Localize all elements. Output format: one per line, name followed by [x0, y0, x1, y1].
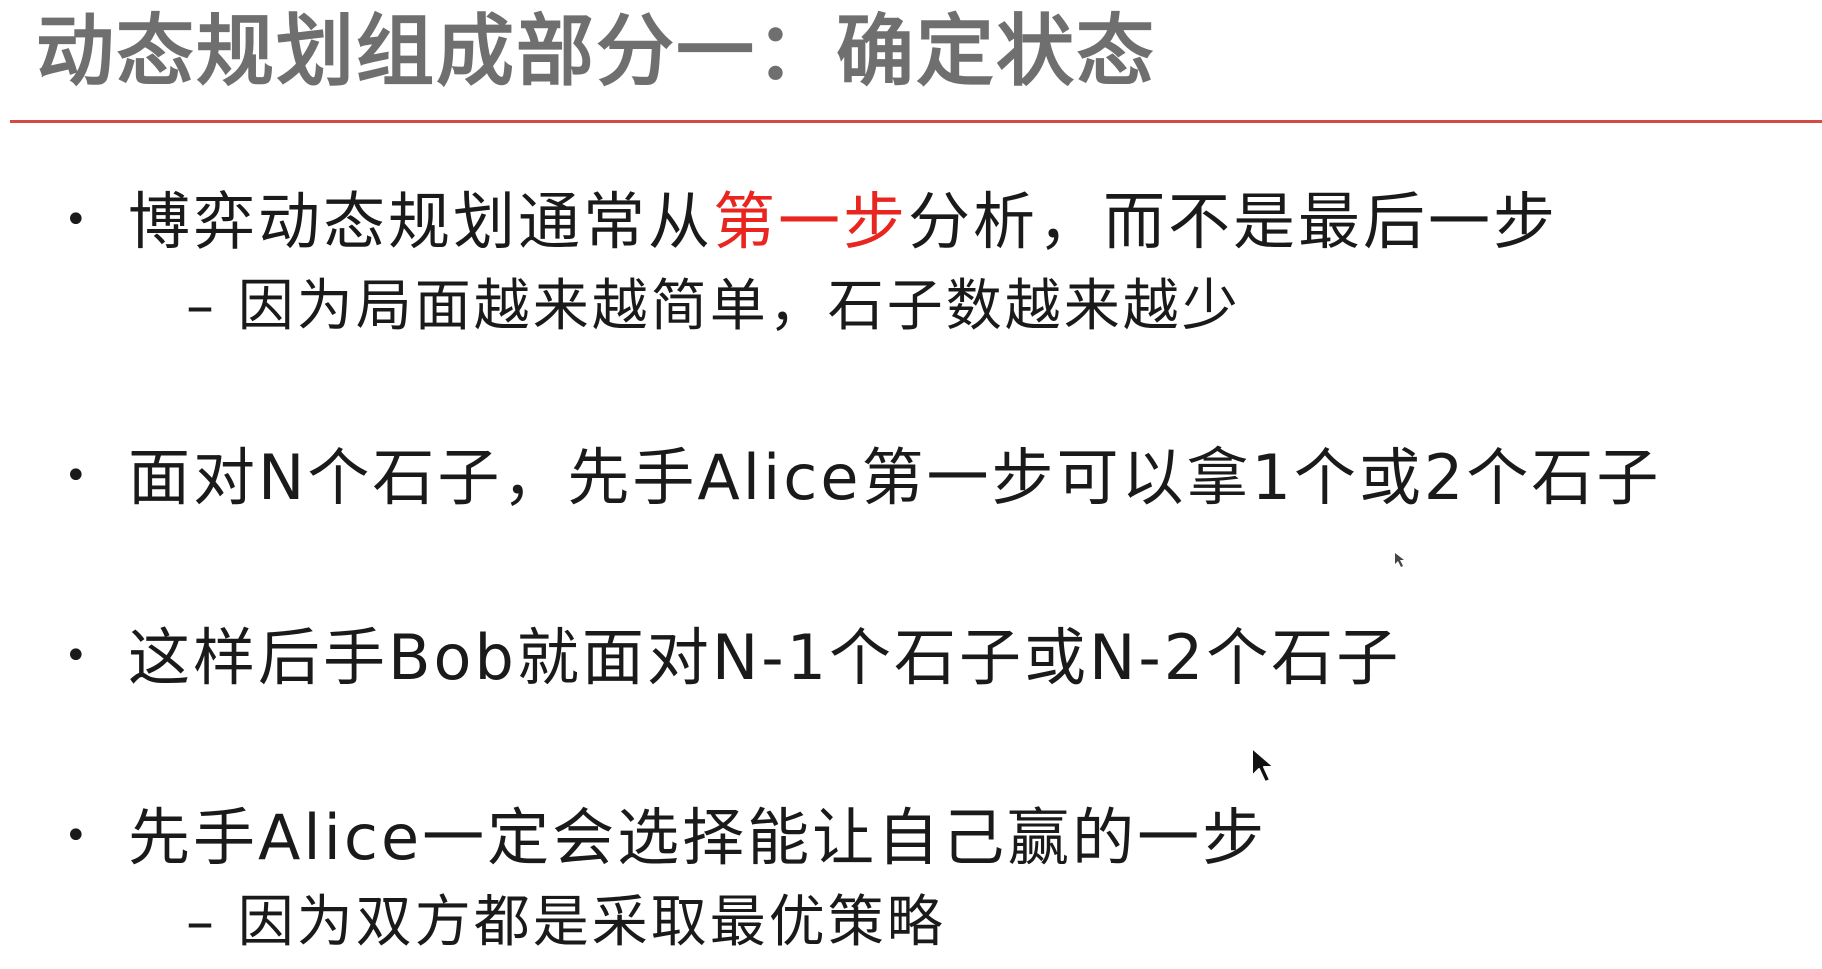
bullet-3: • 这样后手Bob就面对N-1个石子或N-2个石子	[64, 618, 1401, 702]
bullet-2: • 面对N个石子，先手Alice第一步可以拿1个或2个石子	[64, 438, 1661, 522]
bullet-marker: •	[64, 632, 91, 679]
bullet-marker: •	[64, 812, 91, 859]
mouse-pointer-icon	[1251, 747, 1275, 783]
bullet-3-text: 这样后手Bob就面对N-1个石子或N-2个石子	[128, 621, 1402, 694]
title-divider	[10, 120, 1822, 123]
bullet-1-highlight: 第一步	[713, 185, 909, 258]
pointer-speck-icon	[1395, 553, 1404, 567]
bullet-1-text-before: 博弈动态规划通常从	[128, 185, 714, 258]
bullet-marker: •	[64, 452, 91, 499]
bullet-1-text-after: 分析，而不是最后一步	[908, 185, 1559, 258]
bullet-4-sub: – 因为双方都是采取最优策略	[186, 890, 946, 955]
bullet-1: • 博弈动态规划通常从第一步分析，而不是最后一步	[64, 182, 1558, 266]
bullet-2-text: 面对N个石子，先手Alice第一步可以拿1个或2个石子	[128, 441, 1662, 514]
bullet-marker: •	[64, 196, 91, 243]
bullet-4-text: 先手Alice一定会选择能让自己赢的一步	[128, 801, 1268, 874]
slide: 动态规划组成部分一：确定状态 • 博弈动态规划通常从第一步分析，而不是最后一步 –…	[0, 0, 1822, 969]
slide-title: 动态规划组成部分一：确定状态	[36, 7, 1157, 97]
bullet-1-sub: – 因为局面越来越简单，石子数越来越少	[186, 274, 1241, 339]
bullet-4: • 先手Alice一定会选择能让自己赢的一步	[64, 798, 1267, 882]
